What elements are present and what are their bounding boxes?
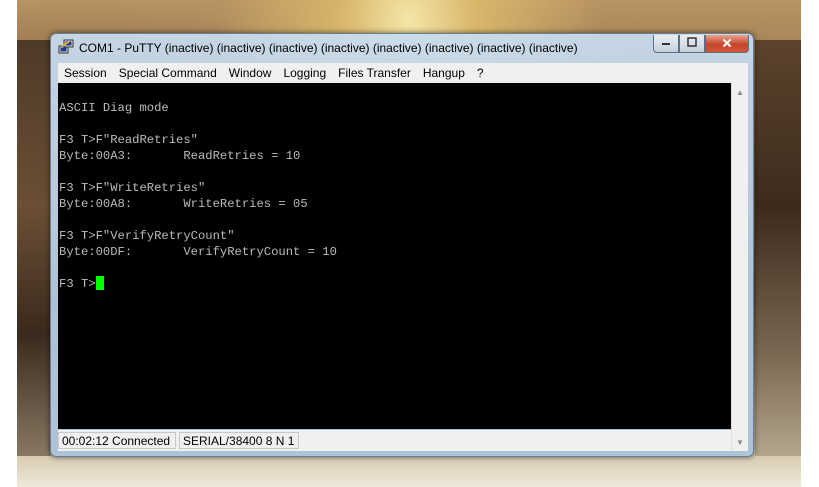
window-title: COM1 - PuTTY (inactive) (inactive) (inac… xyxy=(79,41,578,55)
terminal-prompt: F3 T> xyxy=(59,277,96,291)
status-serial-settings: SERIAL/38400 8 N 1 xyxy=(179,432,299,449)
wallpaper-left-wall xyxy=(17,40,51,460)
putty-window: COM1 - PuTTY (inactive) (inactive) (inac… xyxy=(50,33,754,457)
menu-window[interactable]: Window xyxy=(223,66,278,80)
terminal-prompt-line: F3 T> xyxy=(59,276,104,292)
menu-special-command[interactable]: Special Command xyxy=(113,66,223,80)
window-controls xyxy=(653,35,749,53)
terminal-line: ASCII Diag mode xyxy=(59,101,169,115)
terminal-line: Byte:00DF: VerifyRetryCount = 10 xyxy=(59,245,337,259)
putty-icon[interactable] xyxy=(58,39,74,55)
terminal-screen[interactable]: ASCII Diag mode F3 T>F"ReadRetries" Byte… xyxy=(58,83,731,429)
status-bar: 00:02:12 Connected SERIAL/38400 8 N 1 xyxy=(58,430,731,451)
close-button[interactable] xyxy=(705,35,749,53)
minimize-icon xyxy=(661,37,671,50)
terminal-line: Byte:00A8: WriteRetries = 05 xyxy=(59,197,308,211)
minimize-button[interactable] xyxy=(653,35,679,53)
menu-logging[interactable]: Logging xyxy=(277,66,332,80)
terminal-line: Byte:00A3: ReadRetries = 10 xyxy=(59,149,301,163)
menu-files-transfer[interactable]: Files Transfer xyxy=(332,66,417,80)
scroll-down-button[interactable]: ▼ xyxy=(732,434,748,450)
terminal-line: F3 T>F"ReadRetries" xyxy=(59,133,198,147)
wallpaper-floor xyxy=(17,456,801,487)
menu-help[interactable]: ? xyxy=(471,66,490,80)
scroll-up-button[interactable]: ▲ xyxy=(732,84,748,100)
title-bar[interactable]: COM1 - PuTTY (inactive) (inactive) (inac… xyxy=(51,34,753,62)
menu-hangup[interactable]: Hangup xyxy=(417,66,471,80)
terminal-line: F3 T>F"WriteRetries" xyxy=(59,181,206,195)
arrow-down-icon: ▼ xyxy=(736,437,744,447)
menu-session[interactable]: Session xyxy=(58,66,113,80)
status-elapsed: 00:02:12 Connected xyxy=(58,432,176,449)
wallpaper-right-wall xyxy=(755,40,801,460)
menu-bar: Session Special Command Window Logging F… xyxy=(58,63,748,83)
terminal-line: F3 T>F"VerifyRetryCount" xyxy=(59,229,235,243)
terminal-cursor xyxy=(95,276,104,290)
vertical-scrollbar[interactable]: ▲ ▼ xyxy=(731,83,748,451)
maximize-icon xyxy=(687,37,697,50)
arrow-up-icon: ▲ xyxy=(736,87,744,97)
maximize-button[interactable] xyxy=(679,35,705,53)
close-icon xyxy=(722,37,732,51)
